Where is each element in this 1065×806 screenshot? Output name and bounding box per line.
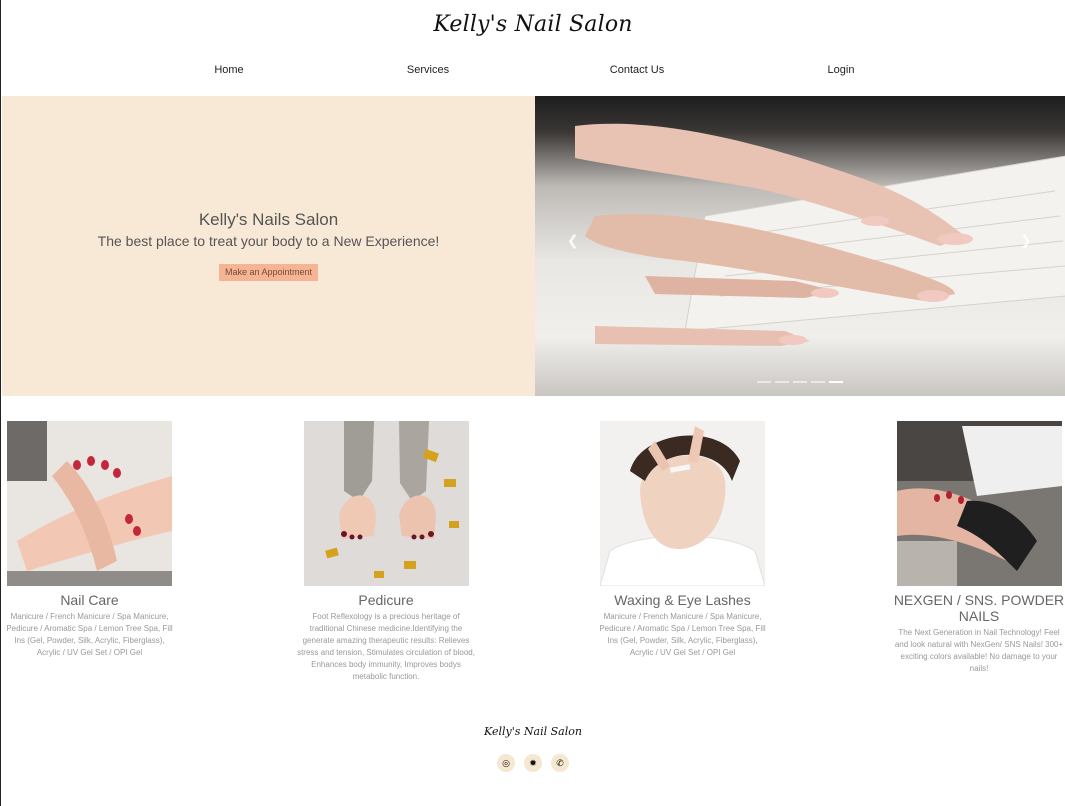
carousel-indicator[interactable] <box>793 381 807 383</box>
nail-care-photo <box>7 421 172 586</box>
carousel-indicator-active[interactable] <box>829 381 843 383</box>
pedicure-photo <box>303 421 469 586</box>
social-links: ◎ ✹ ✆ <box>497 754 569 772</box>
nav-home[interactable]: Home <box>214 64 243 76</box>
yelp-icon[interactable]: ✹ <box>524 754 542 772</box>
make-appointment-button[interactable]: Make an Appointment <box>219 264 318 281</box>
service-description: The Next Generation in Nail Technology! … <box>894 628 1064 673</box>
carousel-indicator[interactable] <box>775 381 789 383</box>
nexgen-photo <box>896 421 1062 586</box>
nav-login[interactable]: Login <box>828 64 855 76</box>
brand-logo[interactable]: Kelly's Nail Salon <box>1 12 1065 37</box>
hero-section: Kelly's Nails Salon The best place to tr… <box>2 96 1065 396</box>
carousel-indicator[interactable] <box>811 381 825 383</box>
service-card-waxing[interactable]: Waxing & Eye Lashes Manicure / French Ma… <box>595 421 770 659</box>
hand-nails-photo <box>575 123 1065 346</box>
carousel-indicator[interactable] <box>757 381 771 383</box>
footer-brand[interactable]: Kelly's Nail Salon <box>1 725 1065 738</box>
instagram-icon[interactable]: ◎ <box>497 754 515 772</box>
nav-contact-us[interactable]: Contact Us <box>610 64 664 76</box>
carousel-next-icon[interactable]: ❯ <box>1020 232 1032 249</box>
service-description: Foot Reflexology is a precious heritage … <box>297 612 475 681</box>
waxing-photo <box>600 421 765 586</box>
service-title: Nail Care <box>60 592 119 608</box>
service-title: Pedicure <box>358 592 414 608</box>
phone-icon[interactable]: ✆ <box>551 754 569 772</box>
service-description: Manicure / French Manicure / Spa Manicur… <box>6 612 173 657</box>
service-title: NEXGEN / SNS. POWDER NAILS <box>893 592 1065 624</box>
nav-services[interactable]: Services <box>407 64 449 76</box>
main-nav: Home Services Contact Us Login <box>1 64 1065 80</box>
hero-title: Kelly's Nails Salon <box>198 210 339 229</box>
hero-carousel: ❮ ❯ <box>535 96 1065 396</box>
service-title: Waxing & Eye Lashes <box>614 592 751 608</box>
service-card-nexgen[interactable]: NEXGEN / SNS. POWDER NAILS The Next Gene… <box>892 421 1065 675</box>
carousel-prev-icon[interactable]: ❮ <box>567 232 579 249</box>
service-description: Manicure / French Manicure / Spa Manicur… <box>599 612 766 657</box>
carousel-indicators <box>757 381 843 383</box>
service-card-nail-care[interactable]: Nail Care Manicure / French Manicure / S… <box>3 421 176 659</box>
hero-panel: Kelly's Nails Salon The best place to tr… <box>2 96 535 396</box>
service-card-pedicure[interactable]: Pedicure Foot Reflexology is a precious … <box>297 421 475 683</box>
hero-subtitle: The best place to treat your body to a N… <box>97 233 440 249</box>
